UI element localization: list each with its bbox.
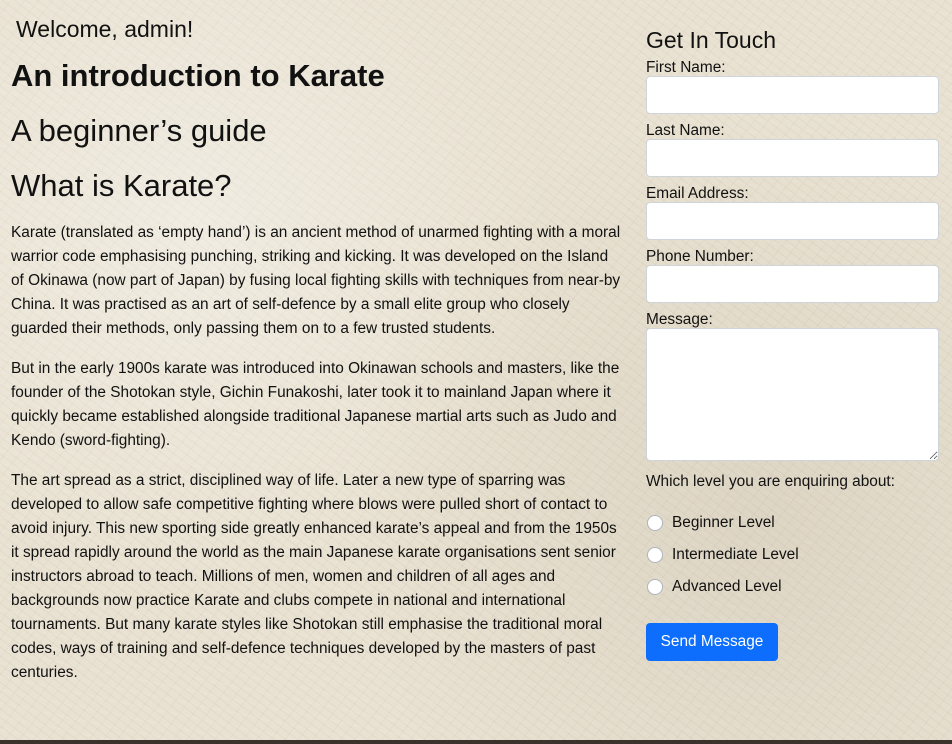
article-paragraph: But in the early 1900s karate was introd… <box>11 360 620 449</box>
send-message-button[interactable]: Send Message <box>646 623 778 661</box>
email-label: Email Address: <box>646 185 749 202</box>
last-name-field[interactable] <box>646 139 939 177</box>
email-field[interactable] <box>646 202 939 240</box>
radio-option-advanced[interactable]: Advanced Level <box>646 571 939 603</box>
article-body: Karate (translated as ‘empty hand’) is a… <box>11 221 623 701</box>
article-paragraph: The art spread as a strict, disciplined … <box>11 472 617 681</box>
phone-field[interactable] <box>646 265 939 303</box>
radio-label: Advanced Level <box>672 578 782 595</box>
radio-option-beginner[interactable]: Beginner Level <box>646 507 939 539</box>
message-label: Message: <box>646 311 713 328</box>
radio-label: Intermediate Level <box>672 546 799 563</box>
radio-label: Beginner Level <box>672 514 775 531</box>
contact-heading: Get In Touch <box>646 27 776 53</box>
section-heading: What is Karate? <box>11 168 232 203</box>
contact-form: Get In Touch First Name: Last Name: Emai… <box>646 24 939 661</box>
phone-label: Phone Number: <box>646 248 754 265</box>
first-name-label: First Name: <box>646 59 726 76</box>
welcome-message: Welcome, admin! <box>16 16 194 42</box>
last-name-label: Last Name: <box>646 122 725 139</box>
page-title: An introduction to Karate <box>11 58 385 93</box>
page-subtitle: A beginner’s guide <box>11 113 267 148</box>
radio-button[interactable] <box>647 547 663 563</box>
first-name-field[interactable] <box>646 76 939 114</box>
bottom-border <box>0 740 952 744</box>
article-paragraph: Karate (translated as ‘empty hand’) is a… <box>11 224 621 337</box>
radio-button[interactable] <box>647 515 663 531</box>
message-textarea[interactable] <box>646 328 939 461</box>
radio-option-intermediate[interactable]: Intermediate Level <box>646 539 939 571</box>
radio-button[interactable] <box>647 579 663 595</box>
level-question: Which level you are enquiring about: <box>646 473 895 490</box>
